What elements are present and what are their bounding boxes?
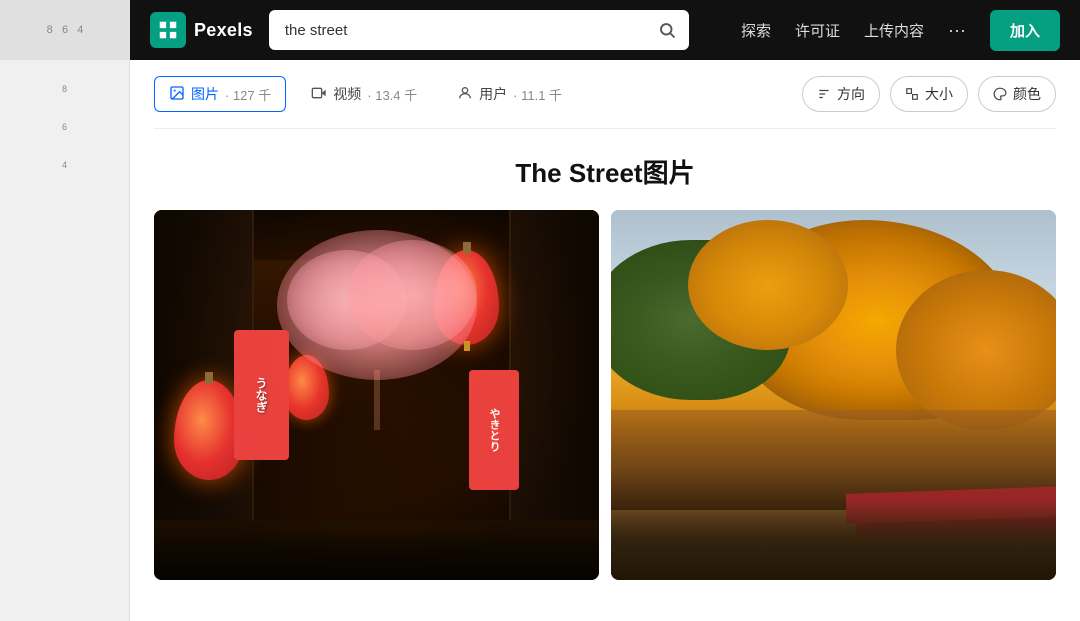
- canopy-top: [688, 220, 848, 350]
- sign-text-right: やきとり: [486, 408, 502, 452]
- image-card-japan[interactable]: うなぎ やきとり: [154, 210, 599, 580]
- users-count: · 11.1 千: [513, 85, 562, 104]
- tab-videos[interactable]: 视频 · 13.4 千: [296, 76, 432, 112]
- orientation-label: 方向: [837, 84, 865, 104]
- image-grid: うなぎ やきとり: [154, 210, 1056, 580]
- ruler-mark-2: 6: [0, 108, 129, 146]
- lantern-left-hook: [205, 372, 213, 384]
- sign-text-left: うなぎ: [253, 377, 270, 413]
- search-icon: [658, 21, 676, 39]
- sign-main-left: うなぎ: [234, 330, 289, 460]
- video-tab-icon: [311, 85, 327, 104]
- images-tab-label: 图片: [191, 84, 219, 104]
- ruler-numbers: 8 6 4: [47, 24, 84, 36]
- image-tab-icon: [169, 85, 185, 104]
- crowd-shadow: [154, 530, 599, 580]
- tab-images[interactable]: 图片 · 127 千: [154, 76, 286, 112]
- pexels-logo-svg: [157, 19, 179, 41]
- ruler-content: 8 6 4: [0, 60, 129, 621]
- ruler-corner: 8 6 4: [0, 0, 130, 60]
- size-icon: [905, 87, 919, 101]
- navbar: Pexels 探索 许可证 上传内容 ··· 加入: [130, 0, 1080, 60]
- sign-main-right: やきとり: [469, 370, 519, 490]
- main-wrapper: 8 6 4 图片 · 127 千: [0, 60, 1080, 621]
- video-icon: [311, 85, 327, 101]
- logo[interactable]: Pexels: [150, 12, 253, 48]
- blossom-cluster-right: [347, 240, 477, 350]
- user-icon: [457, 85, 473, 101]
- search-bar: [269, 10, 689, 50]
- size-label: 大小: [925, 84, 953, 104]
- japan-street-image: うなぎ やきとり: [154, 210, 599, 580]
- filter-bar: 图片 · 127 千 视频 · 13.4 千: [154, 76, 1056, 129]
- nav-upload[interactable]: 上传内容: [864, 20, 924, 41]
- nav-license[interactable]: 许可证: [795, 20, 840, 41]
- cherry-blossom: [267, 230, 487, 430]
- autumn-trees-image: [611, 210, 1056, 580]
- nav-explore[interactable]: 探索: [741, 20, 771, 41]
- nav-links: 探索 许可证 上传内容 ··· 加入: [741, 10, 1060, 51]
- orientation-icon: [817, 87, 831, 101]
- users-tab-label: 用户: [479, 84, 507, 104]
- image-icon: [169, 85, 185, 101]
- color-label: 颜色: [1013, 84, 1041, 104]
- nav-more[interactable]: ···: [948, 20, 966, 41]
- color-filter[interactable]: 颜色: [978, 76, 1056, 112]
- images-count: · 127 千: [225, 85, 271, 104]
- color-icon: [993, 87, 1007, 101]
- main-content: 图片 · 127 千 视频 · 13.4 千: [130, 60, 1080, 621]
- search-input[interactable]: [269, 10, 689, 50]
- image-card-autumn[interactable]: [611, 210, 1056, 580]
- tab-users[interactable]: 用户 · 11.1 千: [442, 76, 577, 112]
- sidebar-ruler: 8 6 4: [0, 60, 130, 621]
- ground-area: [611, 500, 1056, 580]
- videos-tab-label: 视频: [333, 84, 361, 104]
- page-title: The Street图片: [154, 153, 1056, 190]
- search-button[interactable]: [645, 10, 689, 50]
- size-filter[interactable]: 大小: [890, 76, 968, 112]
- filter-right: 方向 大小 颜色: [802, 76, 1056, 112]
- ruler-mark-1: 8: [0, 70, 129, 108]
- logo-icon: [150, 12, 186, 48]
- videos-count: · 13.4 千: [367, 85, 417, 104]
- logo-text: Pexels: [194, 20, 253, 41]
- join-button[interactable]: 加入: [990, 10, 1060, 51]
- ruler-mark-3: 4: [0, 146, 129, 184]
- orientation-filter[interactable]: 方向: [802, 76, 880, 112]
- user-tab-icon: [457, 85, 473, 104]
